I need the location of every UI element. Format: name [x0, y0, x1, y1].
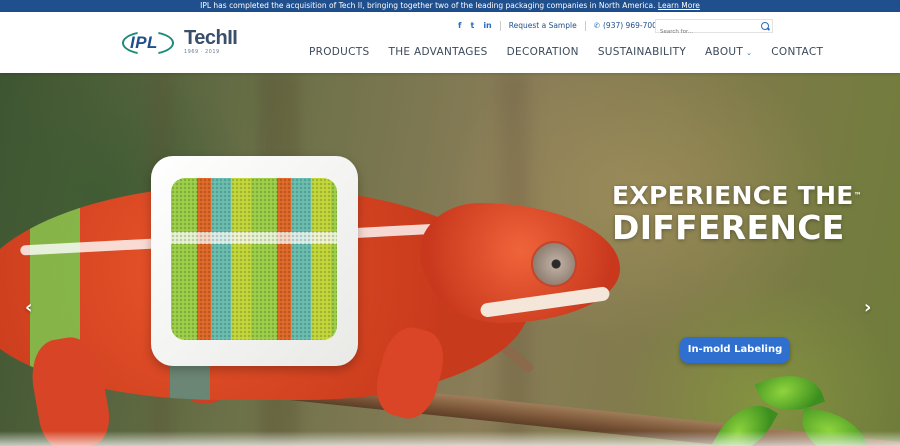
bottom-fade	[0, 431, 900, 446]
search-box	[655, 19, 773, 38]
chameleon-eye	[531, 241, 577, 287]
headline-line1: EXPERIENCE THE	[612, 181, 854, 210]
request-sample-link[interactable]: Request a Sample	[501, 21, 586, 31]
headline-line2: DIFFERENCE	[612, 208, 845, 247]
nav-item-about-label: ABOUT	[705, 46, 744, 58]
search-icon[interactable]	[761, 22, 769, 30]
carousel-prev-arrow-icon[interactable]: ‹	[25, 297, 32, 318]
twitter-icon[interactable]: t	[470, 21, 474, 31]
tech2-logo: TechII 1969 · 2019	[184, 27, 238, 55]
trademark-mark: ™	[853, 191, 863, 200]
announcement-bar: IPL has completed the acquisition of Tec…	[0, 0, 900, 12]
main-nav: PRODUCTS THE ADVANTAGES DECORATION SUSTA…	[309, 46, 823, 58]
utility-bar: f t in Request a Sample ✆ (937) 969-7000	[458, 18, 670, 34]
social-links: f t in	[458, 21, 501, 31]
nav-item-sustainability[interactable]: SUSTAINABILITY	[598, 46, 686, 58]
nav-item-about[interactable]: ABOUT ⌄	[705, 46, 752, 58]
hero-headline: EXPERIENCE THE™ DIFFERENCE	[612, 182, 862, 246]
nav-item-decoration[interactable]: DECORATION	[507, 46, 579, 58]
site-header: IPL TechII 1969 · 2019 f t in Request a …	[0, 12, 900, 73]
nav-item-the-advantages[interactable]: THE ADVANTAGES	[388, 46, 487, 58]
announcement-text: IPL has completed the acquisition of Tec…	[200, 1, 656, 10]
hero-banner: EXPERIENCE THE™ DIFFERENCE In-mold Label…	[0, 73, 900, 446]
search-input[interactable]	[656, 26, 756, 38]
iml-container-image	[151, 156, 358, 366]
chevron-down-icon: ⌄	[746, 49, 753, 57]
learn-more-link[interactable]: Learn More	[658, 1, 700, 10]
ipl-logo: IPL	[122, 28, 178, 58]
nav-item-contact[interactable]: CONTACT	[771, 46, 823, 58]
carousel-next-arrow-icon[interactable]: ›	[864, 297, 871, 318]
logo-home-link[interactable]: IPL TechII 1969 · 2019	[122, 26, 240, 60]
linkedin-icon[interactable]: in	[483, 21, 491, 31]
nav-item-products[interactable]: PRODUCTS	[309, 46, 369, 58]
in-mold-labeling-button[interactable]: In-mold Labeling	[680, 337, 790, 363]
container-window	[171, 178, 337, 340]
phone-icon: ✆	[593, 21, 600, 30]
facebook-icon[interactable]: f	[458, 21, 461, 31]
phone-number: (937) 969-7000	[603, 21, 662, 30]
